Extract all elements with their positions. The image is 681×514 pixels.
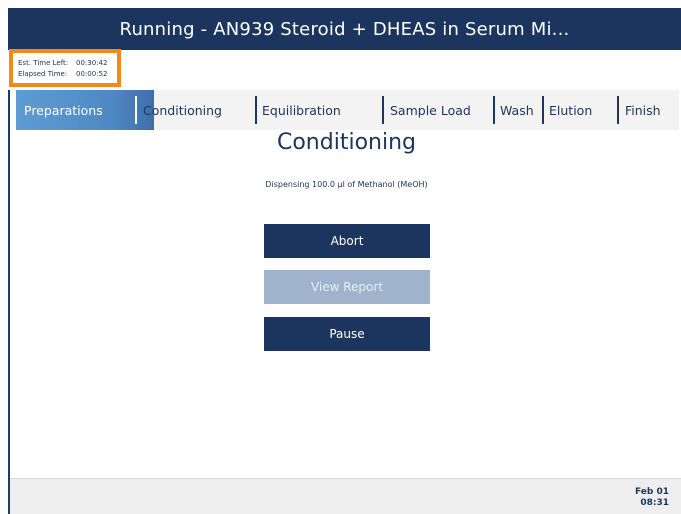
step-elution: Elution bbox=[549, 90, 592, 130]
step-label: Conditioning bbox=[143, 102, 222, 118]
view-report-button[interactable]: View Report bbox=[264, 270, 430, 304]
step-label: Wash bbox=[500, 102, 534, 118]
left-accent-line bbox=[8, 90, 10, 514]
timer-panel: Est. Time Left: 00:30:42 Elapsed Time: 0… bbox=[9, 49, 121, 87]
step-label: Sample Load bbox=[390, 102, 471, 118]
step-divider bbox=[542, 96, 544, 124]
elapsed-time-row: Elapsed Time: 00:00:52 bbox=[18, 69, 112, 80]
datetime-display: Feb 01 08:31 bbox=[635, 487, 669, 509]
page-title: Running - AN939 Steroid + DHEAS in Serum… bbox=[119, 18, 570, 40]
step-label: Equilibration bbox=[262, 102, 341, 118]
step-label: Elution bbox=[549, 102, 593, 118]
est-time-label: Est. Time Left: bbox=[18, 59, 69, 67]
status-message: Dispensing 100.0 µl of Methanol (MeOH) bbox=[265, 180, 428, 189]
step-sample-load: Sample Load bbox=[390, 90, 471, 130]
step-divider bbox=[493, 96, 495, 124]
elapsed-time-label: Elapsed Time: bbox=[18, 70, 68, 78]
status-footer: Feb 01 08:31 bbox=[10, 478, 681, 514]
section-title: Conditioning bbox=[276, 130, 416, 155]
pause-button[interactable]: Pause bbox=[264, 317, 430, 351]
step-divider bbox=[135, 96, 137, 124]
step-label: Finish bbox=[625, 102, 661, 118]
step-divider bbox=[617, 96, 619, 124]
est-time-value: 00:30:42 bbox=[76, 59, 108, 67]
step-divider bbox=[255, 96, 257, 124]
step-preparations: Preparations bbox=[24, 90, 103, 130]
footer-time: 08:31 bbox=[640, 498, 669, 508]
left-rail bbox=[0, 0, 8, 514]
step-progress-bar: Preparations Conditioning Equilibration … bbox=[16, 90, 679, 130]
title-bar: Running - AN939 Steroid + DHEAS in Serum… bbox=[8, 8, 681, 50]
elapsed-time-value: 00:00:52 bbox=[76, 70, 108, 78]
step-label: Preparations bbox=[24, 102, 103, 118]
footer-date: Feb 01 bbox=[635, 487, 669, 497]
step-conditioning: Conditioning bbox=[143, 90, 222, 130]
step-equilibration: Equilibration bbox=[262, 90, 341, 130]
app-window: Running - AN939 Steroid + DHEAS in Serum… bbox=[0, 0, 681, 514]
step-divider bbox=[382, 96, 384, 124]
est-time-row: Est. Time Left: 00:30:42 bbox=[18, 58, 112, 69]
step-finish: Finish bbox=[625, 90, 661, 130]
abort-button[interactable]: Abort bbox=[264, 224, 430, 258]
step-wash: Wash bbox=[500, 90, 534, 130]
